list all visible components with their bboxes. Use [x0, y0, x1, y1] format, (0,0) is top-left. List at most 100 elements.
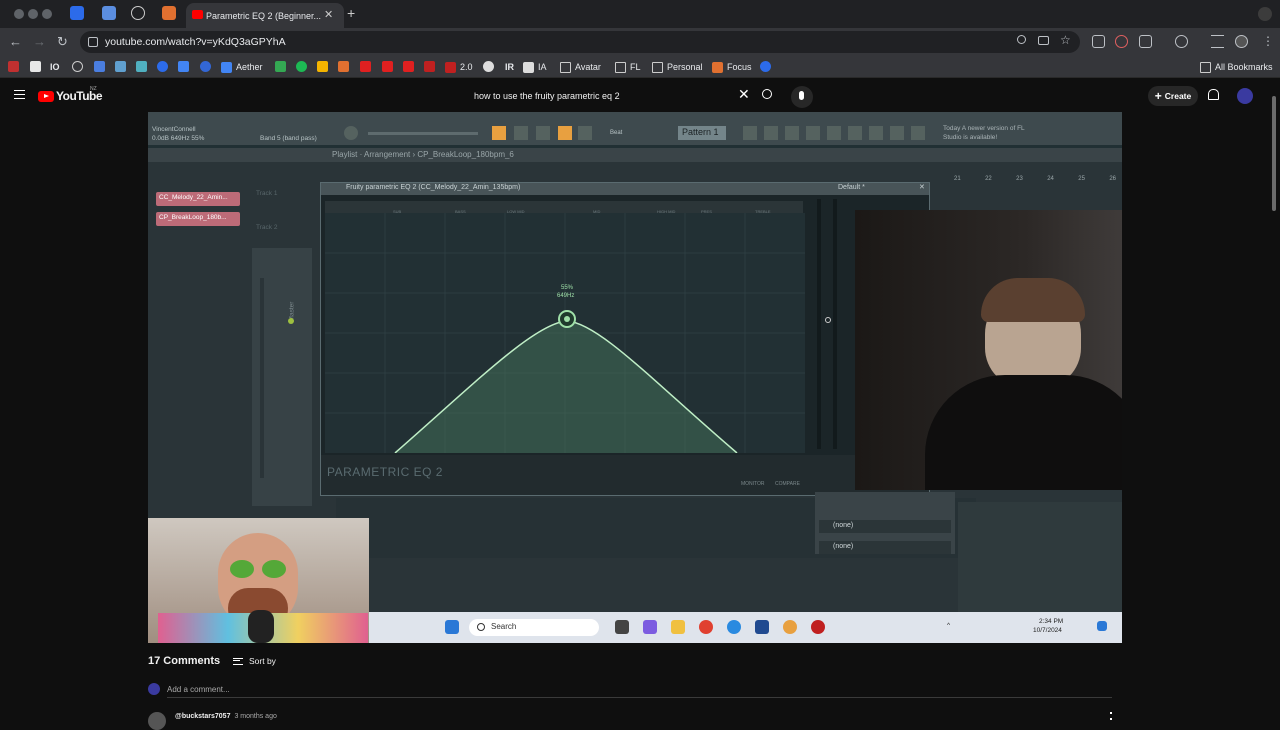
voice-search-button[interactable] — [791, 86, 813, 108]
bookmark-icon[interactable] — [8, 61, 19, 72]
notifications-bell-icon[interactable] — [1208, 89, 1219, 100]
bookmark-focus[interactable]: Focus — [712, 61, 752, 73]
fl-effect-slot[interactable]: (none) — [819, 520, 951, 533]
site-info-icon[interactable] — [88, 37, 98, 47]
fl-arrow-icon[interactable] — [514, 126, 528, 140]
eq-plugin-titlebar[interactable]: Fruity parametric EQ 2 (CC_Melody_22_Ami… — [321, 183, 929, 195]
sheets-icon[interactable] — [275, 61, 286, 72]
menu-icon[interactable] — [14, 90, 25, 99]
fl-link-icon[interactable] — [558, 126, 572, 140]
bookmark-icon[interactable] — [72, 61, 83, 72]
extensions-puzzle-icon[interactable] — [1139, 35, 1152, 48]
bookmark-icon[interactable] — [424, 61, 435, 72]
fl-track-clip[interactable]: CC_Melody_22_Amin... — [156, 192, 240, 206]
tray-chevron-icon[interactable]: ^ — [947, 622, 950, 629]
fl-knob-icon[interactable] — [344, 126, 358, 140]
bookmark-star-icon[interactable]: ☆ — [1060, 33, 1071, 47]
clear-search-icon[interactable]: ✕ — [738, 86, 750, 103]
minimize-window-button[interactable] — [28, 9, 38, 19]
eq-close-icon[interactable]: ✕ — [919, 183, 925, 191]
commenter-avatar[interactable] — [148, 712, 166, 730]
bookmark-folder-personal[interactable]: Personal — [652, 61, 703, 73]
comment-options-icon[interactable] — [1110, 712, 1112, 720]
app-icon[interactable] — [811, 620, 825, 634]
bookmark-icon[interactable] — [200, 61, 211, 72]
account-avatar[interactable] — [1237, 88, 1253, 104]
sort-comments-button[interactable]: Sort by — [233, 656, 276, 666]
chrome-icon[interactable] — [699, 620, 713, 634]
back-button[interactable]: ← — [9, 34, 22, 49]
fl-snap-beat[interactable]: Beat — [610, 130, 622, 136]
reload-button[interactable]: ↻ — [57, 34, 68, 50]
bookmark-icon[interactable] — [157, 61, 168, 72]
browser-menu-icon[interactable]: ⋮ — [1262, 34, 1274, 48]
search-input[interactable]: how to use the fruity parametric eq 2 — [460, 86, 757, 106]
eq-monitor-button[interactable]: MONITOR — [741, 481, 765, 487]
bookmark-aether[interactable]: Aether — [221, 61, 263, 73]
bookmark-ir[interactable]: IR — [505, 61, 514, 73]
reading-list-icon[interactable] — [1211, 35, 1224, 48]
bookmark-icon[interactable] — [94, 61, 105, 72]
notification-icon[interactable] — [1097, 621, 1107, 631]
fl-mixer-fader[interactable] — [260, 278, 264, 478]
close-window-button[interactable] — [14, 9, 24, 19]
video-player[interactable]: VincentConnell 0.0dB 649Hz 55% Band 5 (b… — [148, 112, 1122, 643]
all-bookmarks-folder[interactable]: All Bookmarks — [1200, 61, 1273, 73]
fl-update-hint[interactable]: Today A newer version of FL Studio is av… — [943, 124, 1043, 146]
bookmark-icon[interactable] — [317, 61, 328, 72]
zoom-window-button[interactable] — [42, 9, 52, 19]
fl-volume-slider[interactable] — [368, 132, 478, 135]
youtube-icon[interactable] — [403, 61, 414, 72]
docs-icon[interactable] — [178, 61, 189, 72]
task-view-icon[interactable] — [615, 620, 629, 634]
youtube-icon[interactable] — [382, 61, 393, 72]
tab-favicon-icon[interactable] — [131, 6, 145, 20]
bookmark-ia[interactable]: IA — [523, 61, 547, 73]
bookmark-icon[interactable] — [483, 61, 494, 72]
eq-graph[interactable]: 55% 649Hz — [325, 213, 805, 454]
eq-compare-button[interactable]: COMPARE — [775, 481, 800, 487]
active-tab[interactable]: Parametric EQ 2 (Beginner... — [186, 3, 344, 28]
fl-track-clip[interactable]: CP_BreakLoop_180b... — [156, 212, 240, 226]
fl-stamp-icon[interactable] — [578, 126, 592, 140]
bookmark-folder-avatar[interactable]: Avatar — [560, 61, 601, 73]
eq-preset-selector[interactable]: Default * — [838, 184, 865, 191]
add-comment[interactable]: Add a comment... — [148, 683, 1112, 698]
extension-icon[interactable] — [1092, 35, 1105, 48]
extension-icon[interactable] — [1115, 35, 1128, 48]
close-tab-icon[interactable]: ✕ — [324, 8, 333, 21]
zoom-icon[interactable] — [1017, 35, 1026, 44]
bookmark-icon[interactable] — [115, 61, 126, 72]
eq-gain-knob[interactable] — [825, 317, 831, 323]
comment-author[interactable]: @buckstars7057 — [175, 713, 230, 720]
create-button[interactable]: + Create — [1148, 86, 1198, 106]
address-bar[interactable]: youtube.com/watch?v=yKdQ3aGPYhA ☆ — [80, 31, 1080, 53]
fl-pattern-selector[interactable]: Pattern 1 — [678, 126, 726, 140]
fl-studio-icon[interactable] — [783, 620, 797, 634]
add-comment-input[interactable]: Add a comment... — [167, 685, 230, 694]
youtube-icon[interactable] — [360, 61, 371, 72]
tab-favicon-icon[interactable] — [162, 6, 176, 20]
search-icon[interactable] — [762, 89, 772, 99]
page-scrollbar[interactable] — [1272, 96, 1276, 211]
gmail-icon[interactable] — [30, 61, 41, 72]
fl-piano-icon[interactable] — [492, 126, 506, 140]
edge-icon[interactable] — [727, 620, 741, 634]
tab-favicon-icon[interactable] — [70, 6, 84, 20]
file-explorer-icon[interactable] — [671, 620, 685, 634]
profile-avatar[interactable] — [1235, 35, 1248, 48]
cast-icon[interactable] — [1038, 36, 1049, 45]
store-icon[interactable] — [755, 620, 769, 634]
copilot-icon[interactable] — [643, 620, 657, 634]
bookmark-icon[interactable] — [136, 61, 147, 72]
new-tab-button[interactable]: + — [347, 5, 355, 21]
bookmark-icon[interactable] — [338, 61, 349, 72]
tab-search-button[interactable] — [1258, 7, 1272, 21]
bookmark-folder-fl[interactable]: FL — [615, 61, 641, 73]
history-icon[interactable] — [1175, 35, 1188, 48]
windows-start-icon[interactable] — [445, 620, 459, 634]
bookmark-io[interactable]: IO — [50, 61, 60, 73]
windows-search-box[interactable]: Search — [469, 619, 599, 636]
bookmark-icon[interactable] — [760, 61, 771, 72]
tab-favicon-icon[interactable] — [102, 6, 116, 20]
